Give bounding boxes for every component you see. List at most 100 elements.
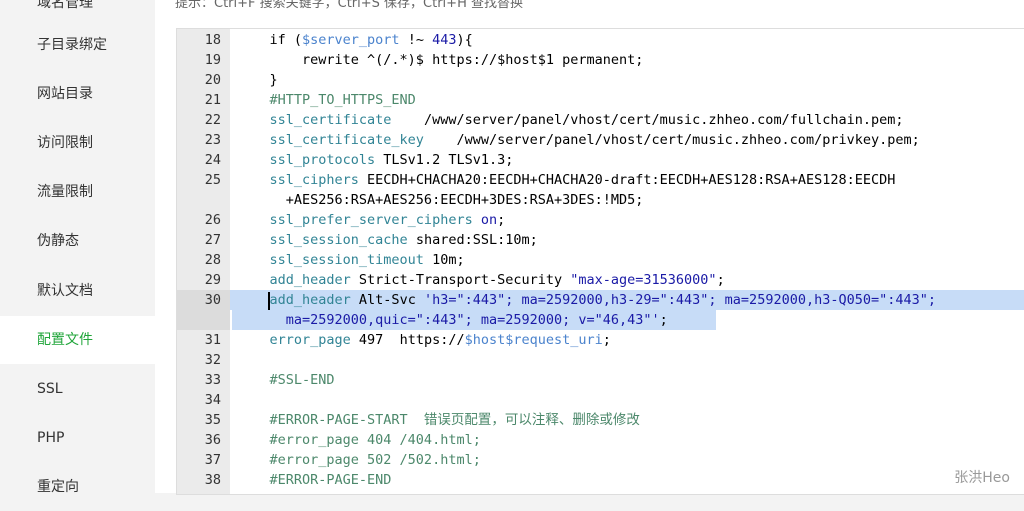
line-content: #error_page 404 /404.html; [237,430,481,450]
code-token: ){ [456,32,473,48]
code-token: ssl_ciphers [237,172,359,188]
line-content: ssl_session_timeout 10m; [237,250,465,270]
code-token: on [480,212,498,228]
line-content: add_header Alt-Svc 'h3=":443"; ma=259200… [237,290,937,310]
line-number: 30 [204,292,221,308]
line-number: 38 [204,472,221,488]
code-token: shared:SSL:10m; [407,232,538,248]
sidebar-item-rewrite[interactable]: 伪静态 [0,217,155,265]
code-token: ssl_prefer_server_ciphers [237,212,473,228]
config-code-editor[interactable]: 18 if ($server_port !~ 443){ 19 rewrite ^… [176,28,1024,495]
code-token: ssl_protocols [237,152,376,168]
line-content: ssl_prefer_server_ciphers on; [237,210,506,230]
code-line: 20 } [177,70,1024,90]
code-token: ssl_session_timeout [237,252,424,268]
code-token: #HTTP_TO_HTTPS_END [237,92,416,108]
sidebar-nav: 域名管理 子目录绑定 网站目录 访问限制 流量限制 伪静态 默认文档 配置文件 … [0,0,155,495]
line-content: if ($server_port !~ 443){ [237,30,473,50]
line-content: ssl_protocols TLSv1.2 TLSv1.3; [237,150,514,170]
line-content: ssl_certificate /www/server/panel/vhost/… [237,110,904,130]
code-line: 25 ssl_ciphers EECDH+CHACHA20:EECDH+CHAC… [177,170,1024,190]
sidebar-item-site-directory[interactable]: 网站目录 [0,70,155,118]
code-line: 34 [177,390,1024,410]
sidebar-item-default-doc[interactable]: 默认文档 [0,267,155,315]
code-line: 26 ssl_prefer_server_ciphers on; [177,210,1024,230]
code-line: 21 #HTTP_TO_HTTPS_END [177,90,1024,110]
code-line: ma=2592000,quic=":443"; ma=2592000; v="4… [177,310,1024,330]
line-content: #SSL-END [237,370,335,390]
code-line: 33 #SSL-END [177,370,1024,390]
line-number: 32 [204,352,221,368]
line-number: 35 [204,412,221,428]
code-token: !~ [399,32,433,48]
code-line: 38 #ERROR-PAGE-END [177,470,1024,490]
line-content: ma=2592000,quic=":443"; ma=2592000; v="4… [237,310,668,330]
sidebar-item-redirect[interactable]: 重定向 [0,463,155,511]
line-content: #ERROR-PAGE-END [237,470,392,490]
code-token: add_header [237,292,351,308]
code-token: #SSL-END [237,372,335,388]
code-token: ; [497,212,506,228]
sidebar-item-ssl[interactable]: SSL [0,365,155,413]
line-content: #ERROR-PAGE-START 错误页配置，可以注释、删除或修改 [237,410,640,430]
line-number: 20 [204,72,221,88]
sidebar-item-traffic-limit[interactable]: 流量限制 [0,168,155,216]
code-token: TLSv1.2 TLSv1.3; [375,152,514,168]
sidebar-item-access-limit[interactable]: 访问限制 [0,119,155,167]
code-line: 24 ssl_protocols TLSv1.2 TLSv1.3; [177,150,1024,170]
code-token: ma=2592000,quic=":443"; ma=2592000; v="4… [237,312,660,328]
text-cursor [268,292,270,310]
code-line: 29 add_header Strict-Transport-Security … [177,270,1024,290]
line-number: 18 [204,32,221,48]
code-token: Strict-Transport-Security [350,272,571,288]
code-line: 30 add_header Alt-Svc 'h3=":443"; ma=259… [177,290,1024,310]
code-token: $server_port [302,32,400,48]
code-line: 35 #ERROR-PAGE-START 错误页配置，可以注释、删除或修改 [177,410,1024,430]
code-token: ssl_certificate_key [237,132,424,148]
code-line: 23 ssl_certificate_key /www/server/panel… [177,130,1024,150]
line-number: 21 [204,92,221,108]
code-line: 18 if ($server_port !~ 443){ [177,30,1024,50]
line-number: 25 [204,172,221,188]
code-line: 32 [177,350,1024,370]
line-number: 29 [204,272,221,288]
code-token: "max-age=31536000" [570,272,717,288]
code-token: /www/server/panel/vhost/cert/music.zhheo… [423,132,920,148]
line-content: #error_page 502 /502.html; [237,450,481,470]
sidebar-item-php[interactable]: PHP [0,414,155,462]
code-token: ; [659,312,668,328]
code-token: 497 https:// [350,332,465,348]
line-number: 24 [204,152,221,168]
code-line: 37 #error_page 502 /502.html; [177,450,1024,470]
code-token: 443 [432,32,457,48]
code-token: ssl_session_cache [237,232,408,248]
sidebar-item-config-file[interactable]: 配置文件 [0,316,155,364]
line-content: +AES256:RSA+AES256:EECDH+3DES:RSA+3DES:!… [237,190,644,210]
line-content: rewrite ^(/.*)$ https://$host$1 permanen… [237,50,643,70]
code-token: #ERROR-PAGE-END [237,472,392,488]
line-number: 34 [204,392,221,408]
code-token: ; [602,332,611,348]
line-number: 31 [204,332,221,348]
line-number: 22 [204,112,221,128]
line-number: 23 [204,132,221,148]
code-line: 27 ssl_session_cache shared:SSL:10m; [177,230,1024,250]
sidebar-item-subdirectory[interactable]: 子目录绑定 [0,21,155,69]
code-line: 28 ssl_session_timeout 10m; [177,250,1024,270]
code-line: 31 error_page 497 https://$host$request_… [177,330,1024,350]
main-panel: 提示：Ctrl+F 搜索关键字，Ctrl+S 保存，Ctrl+H 查找替换 18… [155,0,1024,495]
line-number: 19 [204,52,221,68]
line-number: 33 [204,372,221,388]
code-token: } [237,72,278,88]
code-token: error_page [237,332,351,348]
code-token: +AES256:RSA+AES256:EECDH+3DES:RSA+3DES:!… [237,192,644,208]
code-token: #ERROR-PAGE-START 错误页配置，可以注释、删除或修改 [237,412,640,428]
code-token: $host$request_uri [464,332,603,348]
keyboard-hint: 提示：Ctrl+F 搜索关键字，Ctrl+S 保存，Ctrl+H 查找替换 [175,0,523,11]
line-content: error_page 497 https://$host$request_uri… [237,330,611,350]
line-number: 26 [204,212,221,228]
code-line: +AES256:RSA+AES256:EECDH+3DES:RSA+3DES:!… [177,190,1024,210]
code-token: /www/server/panel/vhost/cert/music.zhheo… [391,112,904,128]
line-content: } [237,70,278,90]
